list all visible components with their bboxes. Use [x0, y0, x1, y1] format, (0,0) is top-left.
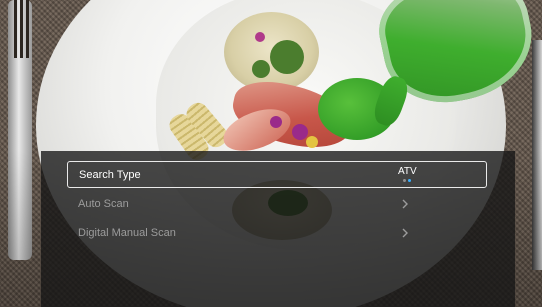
option-dot — [403, 179, 407, 182]
chevron-right-icon — [398, 219, 412, 246]
herb-garnish — [270, 40, 304, 74]
option-indicator — [403, 179, 412, 182]
menu-item-digital-manual-scan[interactable]: Digital Manual Scan — [67, 219, 487, 246]
herb-garnish — [252, 60, 270, 78]
channel-scan-menu: Search Type ATV Auto Scan Digital Manual… — [41, 151, 515, 307]
option-dot-active — [408, 179, 412, 182]
edible-flower — [306, 136, 318, 148]
edible-flower — [255, 32, 265, 42]
search-type-value: ATV — [398, 166, 417, 177]
edible-flower — [270, 116, 282, 128]
menu-item-label: Digital Manual Scan — [78, 226, 176, 239]
search-type-selector[interactable]: ATV — [398, 162, 417, 187]
chevron-right-icon — [398, 190, 412, 217]
edible-flower — [292, 124, 308, 140]
menu-item-auto-scan[interactable]: Auto Scan — [67, 190, 487, 217]
menu-item-search-type[interactable]: Search Type ATV — [67, 161, 487, 188]
menu-item-label: Auto Scan — [78, 197, 129, 210]
